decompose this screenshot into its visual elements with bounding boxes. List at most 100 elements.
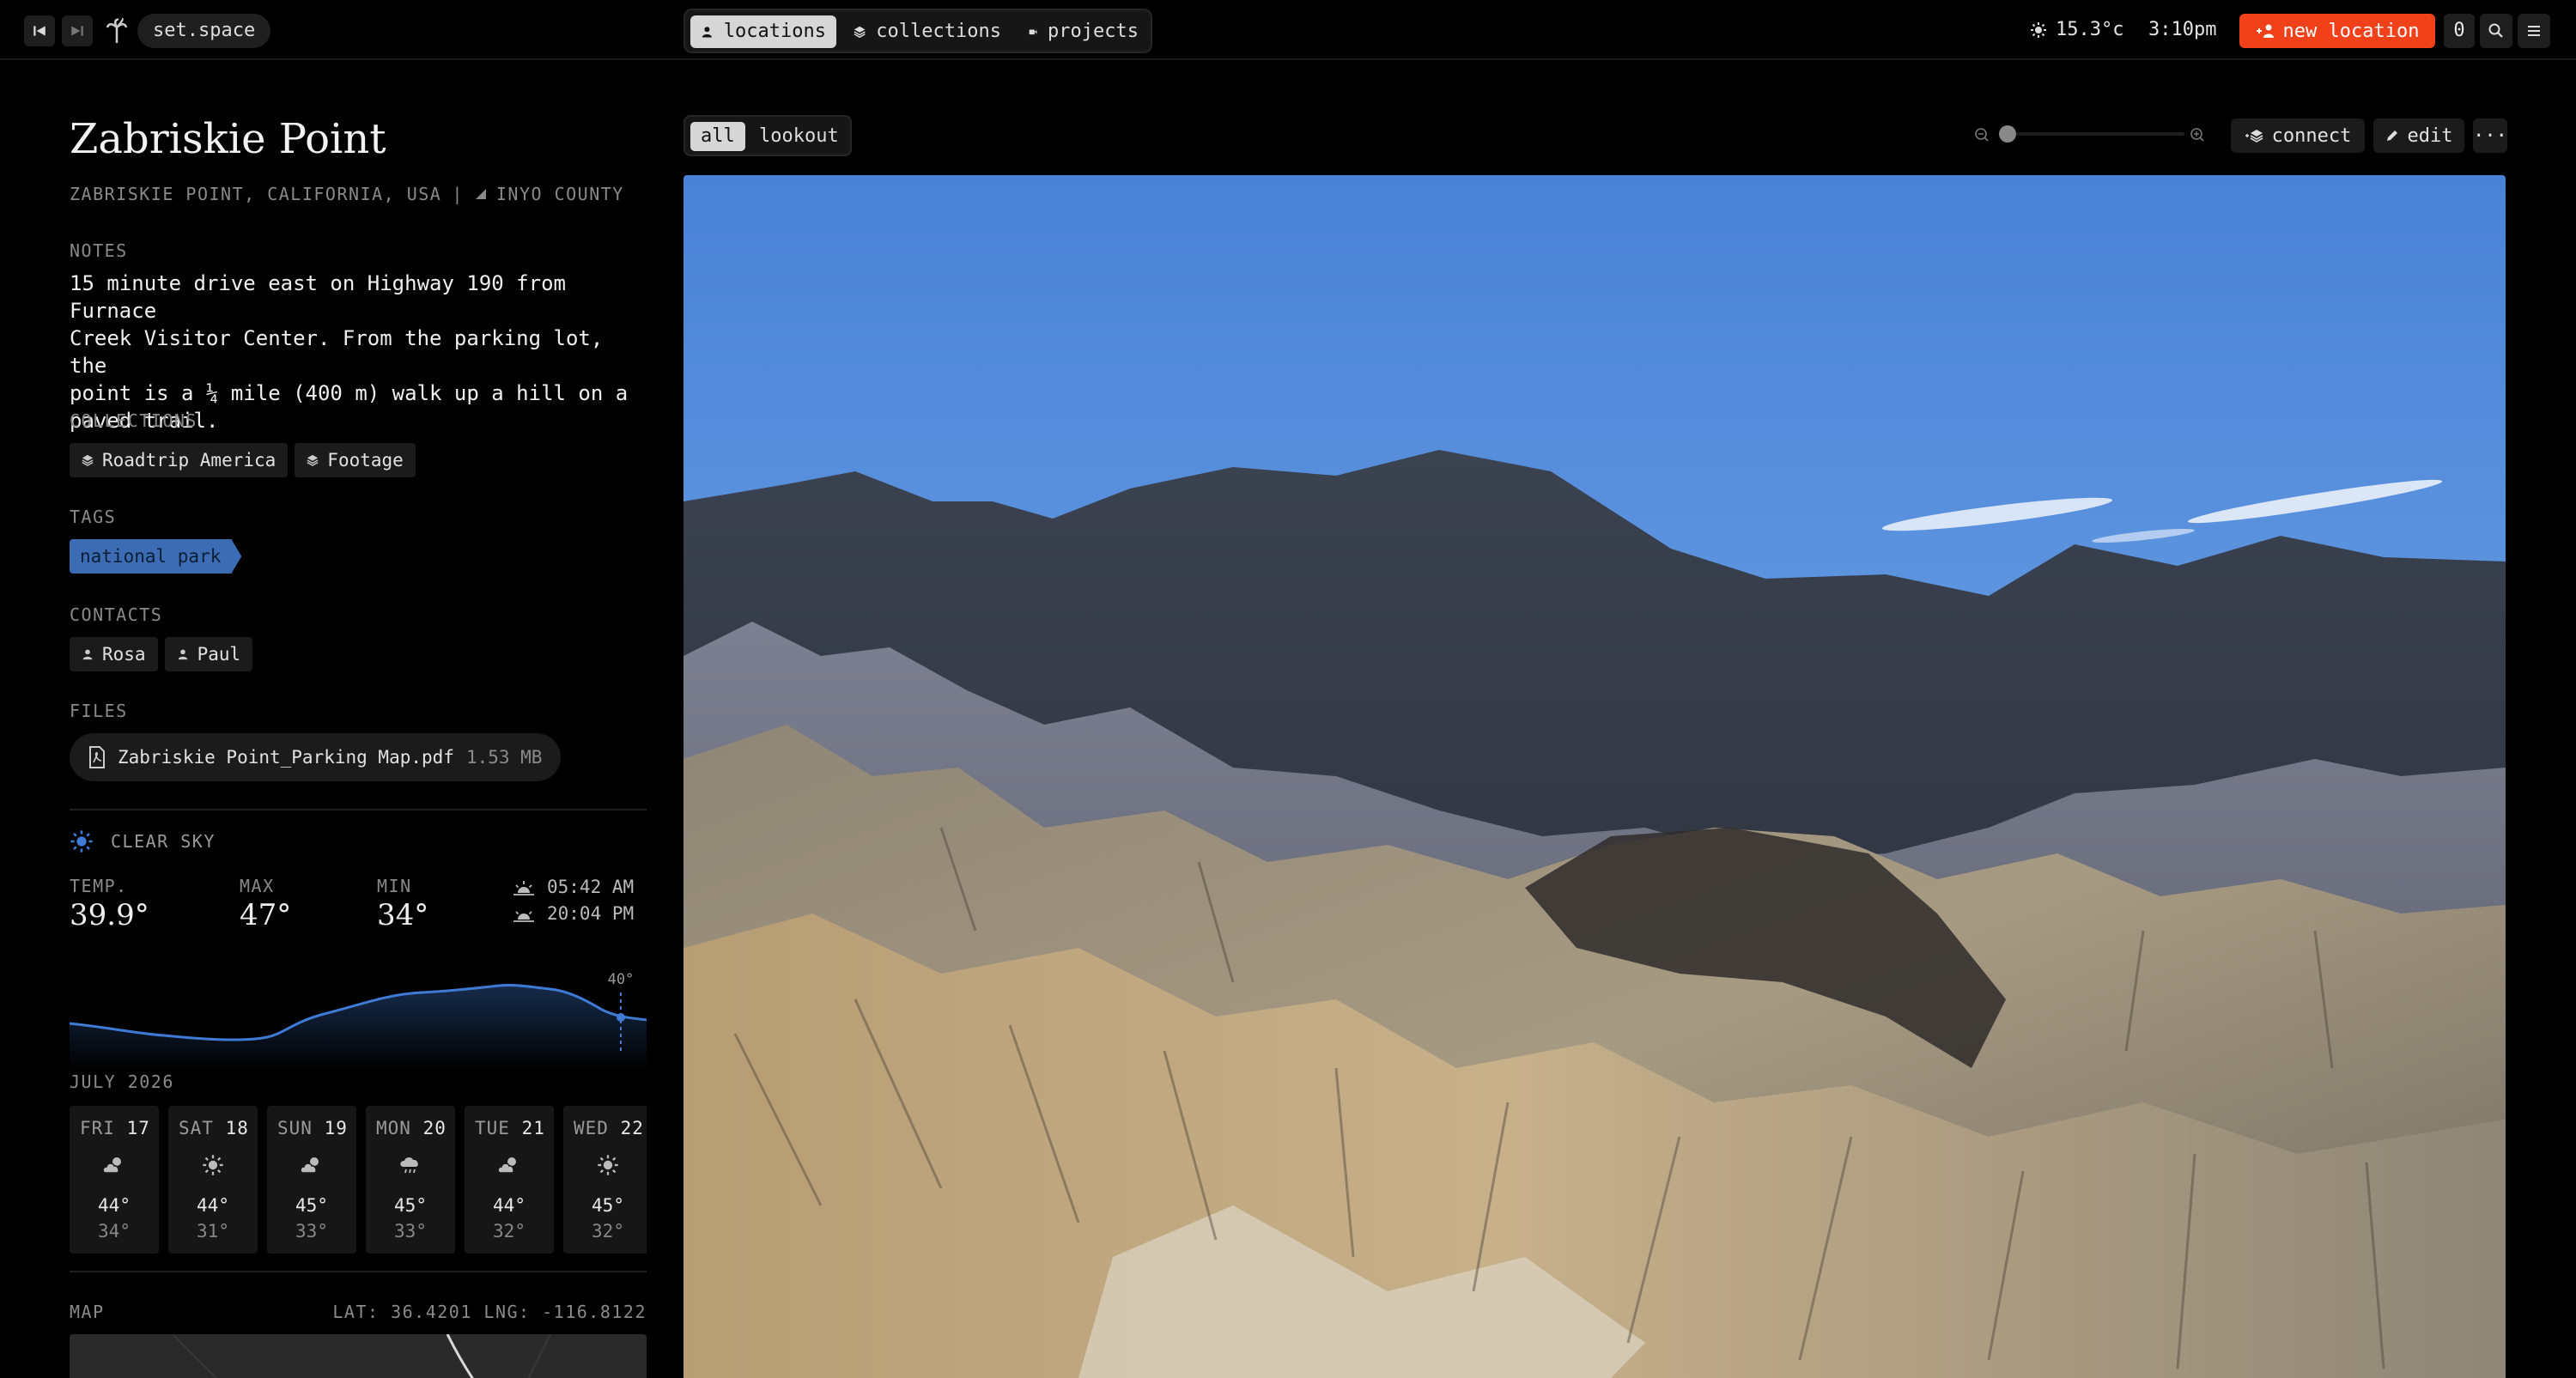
camera-icon xyxy=(1029,29,1037,35)
forecast-day[interactable]: WED 22 45° 32° xyxy=(563,1106,647,1254)
forecast-day[interactable]: FRI 17 44° 34° xyxy=(70,1106,159,1254)
layers-icon xyxy=(854,26,866,39)
notes-label: NOTES xyxy=(70,240,128,261)
current-time: 3:10pm xyxy=(2148,19,2217,40)
connect-button[interactable]: connect xyxy=(2231,118,2365,153)
palm-logo-icon[interactable] xyxy=(105,17,129,45)
collection-chip[interactable]: Footage xyxy=(295,443,416,477)
collection-chip[interactable]: Roadtrip America xyxy=(70,443,289,477)
contacts-list: Rosa Paul xyxy=(70,637,253,671)
forecast-day[interactable]: TUE 21 44° 32° xyxy=(465,1106,554,1254)
forecast-low: 32° xyxy=(493,1221,526,1241)
filter-lookout[interactable]: lookout xyxy=(749,122,849,151)
location-photo[interactable] xyxy=(683,175,2506,1378)
forecast-day[interactable]: MON 20 45° 33° xyxy=(366,1106,455,1254)
top-bar: set.space locations collections projects… xyxy=(0,0,2576,60)
collections-label: COLLECTIONS xyxy=(70,410,197,431)
forecast-low: 33° xyxy=(394,1221,427,1241)
collection-chip-label: Roadtrip America xyxy=(102,450,276,470)
map-roads xyxy=(172,1334,551,1378)
tab-locations[interactable]: locations xyxy=(690,15,836,48)
filter-all[interactable]: all xyxy=(690,122,745,151)
min-value: 34° xyxy=(377,898,429,932)
more-icon: ··· xyxy=(2473,124,2507,147)
contact-chip-label: Rosa xyxy=(102,644,146,665)
sun-icon xyxy=(168,1154,258,1176)
min-stat: MIN 34° xyxy=(377,876,428,932)
skip-back-button[interactable] xyxy=(24,15,55,46)
forecast-days: FRI 17 44° 34° SAT 18 44° 31° SUN 19 45°… xyxy=(70,1106,647,1254)
address-text: ZABRISKIE POINT, CALIFORNIA, USA xyxy=(70,184,442,204)
hamburger-icon xyxy=(2528,26,2540,36)
collection-chip-label: Footage xyxy=(327,450,404,470)
menu-button[interactable] xyxy=(2518,14,2550,48)
new-location-button[interactable]: new location xyxy=(2239,14,2435,48)
sun-icon xyxy=(2031,21,2046,38)
current-temperature: 15.3°c xyxy=(2056,19,2124,40)
max-stat: MAX 47° xyxy=(240,876,291,932)
skip-back-icon xyxy=(33,26,46,36)
contact-chip-label: Paul xyxy=(197,644,241,665)
connect-label: connect xyxy=(2271,124,2352,147)
forecast-day-name: SAT 18 xyxy=(179,1118,249,1138)
zoom-slider[interactable] xyxy=(1973,122,2208,148)
filter-tabs: all lookout xyxy=(683,115,852,156)
forecast-day-name: SUN 19 xyxy=(277,1118,348,1138)
main-nav: locations collections projects xyxy=(683,9,1152,53)
forecast-low: 33° xyxy=(295,1221,328,1241)
forecast-high: 45° xyxy=(394,1195,427,1216)
app-name[interactable]: set.space xyxy=(137,14,271,48)
tags-label: TAGS xyxy=(70,507,117,527)
temp-value: 39.9° xyxy=(70,898,149,932)
tab-projects[interactable]: projects xyxy=(1018,15,1149,48)
forecast-low: 32° xyxy=(592,1221,624,1241)
notification-count[interactable]: 0 xyxy=(2444,14,2475,48)
forecast-day[interactable]: SAT 18 44° 31° xyxy=(168,1106,258,1254)
weather-condition-text: CLEAR SKY xyxy=(111,831,216,852)
person-icon xyxy=(178,649,187,660)
forecast-high: 44° xyxy=(98,1195,131,1216)
tab-collections[interactable]: collections xyxy=(843,15,1012,48)
sunset-icon xyxy=(513,910,534,922)
file-size: 1.53 MB xyxy=(465,747,543,768)
sunrise-icon xyxy=(513,880,534,895)
forecast-day-name: TUE 21 xyxy=(475,1118,545,1138)
zoom-out-icon[interactable] xyxy=(1975,128,1989,142)
location-map[interactable] xyxy=(70,1334,647,1378)
signal-icon xyxy=(475,189,486,199)
county: INYO COUNTY xyxy=(474,184,624,204)
zoom-slider-handle[interactable] xyxy=(1999,125,2016,143)
tab-projects-label: projects xyxy=(1048,21,1139,42)
person-pin-icon xyxy=(702,27,712,38)
edit-button[interactable]: edit xyxy=(2373,118,2464,153)
search-button[interactable] xyxy=(2480,14,2512,48)
contact-chip[interactable]: Paul xyxy=(164,637,253,671)
edit-label: edit xyxy=(2407,124,2453,147)
sun-times: 05:42 AM 20:04 PM xyxy=(513,874,634,927)
zoom-in-icon[interactable] xyxy=(2190,128,2204,142)
new-location-label: new location xyxy=(2282,20,2420,42)
sunset: 20:04 PM xyxy=(513,901,634,927)
sun-icon xyxy=(70,830,93,853)
forecast-low: 34° xyxy=(98,1221,131,1241)
contact-chip[interactable]: Rosa xyxy=(70,637,158,671)
tag-chip[interactable]: national park xyxy=(70,539,241,574)
file-chip[interactable]: Zabriskie Point_Parking Map.pdf 1.53 MB xyxy=(70,733,562,781)
files-label: FILES xyxy=(70,701,128,721)
skip-forward-button[interactable] xyxy=(62,15,93,46)
pencil-icon xyxy=(2386,131,2397,141)
collections-list: Roadtrip America Footage xyxy=(70,443,416,477)
max-label: MAX xyxy=(240,876,275,896)
divider xyxy=(70,809,647,810)
more-button[interactable]: ··· xyxy=(2473,118,2507,153)
sunrise: 05:42 AM xyxy=(513,874,634,901)
address-separator: | xyxy=(452,184,464,204)
sunset-time: 20:04 PM xyxy=(547,903,635,924)
cloud-sun-icon xyxy=(267,1154,356,1176)
temperature-graph[interactable]: 40° xyxy=(70,968,647,1071)
forecast-month: JULY 2026 xyxy=(70,1071,174,1092)
file-name: Zabriskie Point_Parking Map.pdf xyxy=(118,747,454,768)
forecast-day[interactable]: SUN 19 45° 33° xyxy=(267,1106,356,1254)
map-label: MAP xyxy=(70,1302,105,1322)
layers-icon xyxy=(307,454,319,466)
